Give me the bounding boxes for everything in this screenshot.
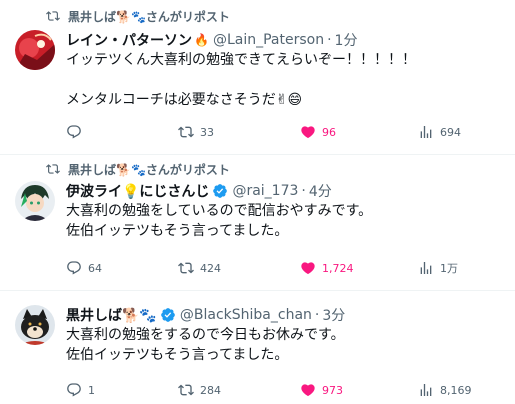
reply-button[interactable]: 64	[66, 258, 102, 278]
repost-button[interactable]: 284	[178, 380, 221, 400]
user-handle[interactable]: @Lain_Paterson	[213, 32, 324, 48]
repost-icon	[178, 262, 194, 274]
heart-filled-icon	[301, 262, 315, 275]
verified-badge-icon	[213, 184, 228, 198]
verified-badge-icon	[161, 308, 175, 322]
timestamp[interactable]: 3分	[322, 305, 345, 325]
like-count: 973	[322, 383, 343, 397]
user-handle[interactable]: @BlackShiba_chan	[180, 307, 312, 323]
views-chart-icon	[420, 384, 432, 396]
reply-count: 1	[88, 383, 95, 397]
repost-icon	[46, 11, 60, 21]
tweet-text-line: 大喜利の勉強をしているので配信おやすみです。	[66, 203, 373, 219]
views-chart-icon	[420, 126, 432, 138]
action-bar: 64 424 1,724 1万	[66, 258, 506, 278]
like-button[interactable]: 973	[300, 380, 343, 400]
separator: ·	[314, 307, 320, 323]
views-chart-icon	[420, 262, 432, 274]
repost-icon	[178, 126, 194, 138]
separator: ·	[327, 32, 332, 48]
view-count: 1万	[440, 262, 458, 275]
reply-icon	[67, 125, 81, 139]
tweet-text: 大喜利の勉強をしているので配信おやすみです。 佐伯イッテツもそう言ってました。	[66, 201, 372, 241]
tweet[interactable]: 黒井しば🐕🐾 @BlackShiba_chan · 3分 大喜利の勉強をするので…	[0, 291, 515, 404]
view-count: 8,169	[440, 383, 472, 397]
repost-button[interactable]: 33	[178, 122, 214, 142]
like-button[interactable]: 1,724	[300, 258, 354, 278]
repost-count: 284	[200, 383, 221, 397]
heart-filled-icon	[301, 384, 315, 397]
reply-icon	[67, 261, 81, 275]
tweet-text-line: 大喜利の勉強をするので今日もお休みです。	[66, 327, 345, 343]
repost-indicator: 黒井しば🐕🐾さんがリポスト	[46, 8, 230, 24]
tweet[interactable]: 黒井しば🐕🐾さんがリポスト 伊波ライ💡にじさんじ @rai_173 · 4分 大…	[0, 155, 515, 290]
repost-indicator: 黒井しば🐕🐾さんがリポスト	[46, 161, 230, 177]
display-name[interactable]: レイン・パターソン	[66, 30, 192, 50]
reply-icon	[67, 383, 81, 397]
views-button[interactable]: 694	[418, 122, 461, 142]
avatar[interactable]	[15, 181, 55, 221]
views-button[interactable]: 1万	[418, 258, 458, 278]
like-count: 96	[322, 125, 336, 139]
tweet-text: イッテツくん大喜利の勉強できてえらいぞー！！！！！ メンタルコーチは必要なさそう…	[66, 50, 416, 110]
repost-text[interactable]: 黒井しば🐕🐾さんがリポスト	[68, 161, 230, 178]
avatar[interactable]	[15, 305, 55, 345]
timestamp[interactable]: 4分	[309, 181, 332, 201]
tweet-text-line: 佐伯イッテツもそう言ってました。	[66, 347, 289, 363]
tweet-text: 大喜利の勉強をするので今日もお休みです。 佐伯イッテツもそう言ってました。	[66, 325, 345, 365]
action-bar: 33 96 694	[66, 122, 506, 142]
tweet-text-line: イッテツくん大喜利の勉強できてえらいぞー！！！！！	[66, 52, 416, 68]
views-button[interactable]: 8,169	[418, 380, 472, 400]
repost-count: 424	[200, 261, 221, 275]
heart-filled-icon	[301, 126, 315, 139]
display-name[interactable]: 伊波ライ💡にじさんじ	[66, 181, 209, 201]
repost-icon	[46, 164, 60, 174]
reply-count: 64	[88, 261, 102, 275]
tweet-header: 伊波ライ💡にじさんじ @rai_173 · 4分	[66, 181, 332, 201]
like-button[interactable]: 96	[300, 122, 336, 142]
tweet-text-line: メンタルコーチは必要なさそうだ✌😄	[66, 92, 303, 108]
view-count: 694	[440, 125, 461, 139]
display-name[interactable]: 黒井しば🐕🐾	[66, 305, 157, 325]
reply-button[interactable]	[66, 122, 88, 142]
separator: ·	[301, 183, 306, 199]
like-count: 1,724	[322, 261, 354, 275]
user-handle[interactable]: @rai_173	[232, 183, 298, 199]
reply-button[interactable]: 1	[66, 380, 95, 400]
tweet-text-line: 佐伯イッテツもそう言ってました。	[66, 223, 289, 239]
tweet-header: レイン・パターソン 🔥 @Lain_Paterson · 1分	[66, 30, 357, 50]
repost-count: 33	[200, 125, 214, 139]
action-bar: 1 284 973 8,169	[66, 380, 506, 400]
tweet-header: 黒井しば🐕🐾 @BlackShiba_chan · 3分	[66, 305, 345, 325]
repost-icon	[178, 384, 194, 396]
fire-emoji-icon: 🔥	[194, 33, 209, 47]
avatar[interactable]	[15, 30, 55, 70]
tweet-text-line	[66, 70, 416, 90]
repost-button[interactable]: 424	[178, 258, 221, 278]
repost-text[interactable]: 黒井しば🐕🐾さんがリポスト	[68, 8, 230, 25]
timestamp[interactable]: 1分	[335, 30, 358, 50]
tweet[interactable]: 黒井しば🐕🐾さんがリポスト レイン・パターソン 🔥 @Lain_Paterson…	[0, 0, 515, 154]
